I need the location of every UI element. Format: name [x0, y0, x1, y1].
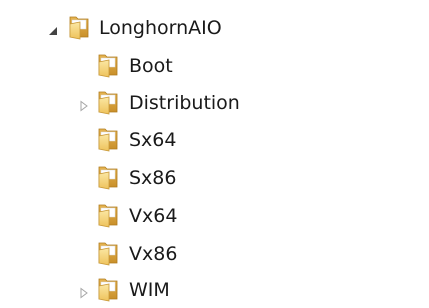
tree-item-label: Boot	[129, 55, 173, 77]
tree-item-label: Vx86	[129, 243, 178, 265]
tree-item-label: WIM	[129, 279, 170, 301]
tree-item-label: Sx64	[129, 129, 177, 151]
folder-icon	[95, 126, 121, 152]
collapsed-arrow-icon[interactable]	[79, 284, 89, 299]
folder-icon	[95, 52, 121, 78]
folder-icon	[95, 89, 121, 115]
folder-icon	[95, 276, 121, 302]
tree-item-label: Distribution	[129, 92, 240, 114]
tree-item-root[interactable]: LonghornAIO	[0, 10, 400, 46]
folder-icon	[95, 240, 121, 266]
tree-item-sx86[interactable]: Sx86	[0, 160, 400, 196]
tree-item-label: LonghornAIO	[99, 17, 222, 39]
tree-item-vx86[interactable]: Vx86	[0, 236, 400, 272]
expanded-arrow-icon[interactable]	[48, 22, 58, 35]
folder-tree: LonghornAIO Boot Distribution Sx64 Sx86	[0, 0, 429, 307]
folder-icon	[66, 14, 92, 40]
collapsed-arrow-icon[interactable]	[79, 97, 89, 112]
folder-icon	[95, 202, 121, 228]
tree-item-sx64[interactable]: Sx64	[0, 122, 400, 158]
tree-item-distribution[interactable]: Distribution	[0, 85, 400, 121]
tree-item-label: Sx86	[129, 167, 177, 189]
tree-item-boot[interactable]: Boot	[0, 48, 400, 84]
tree-item-label: Vx64	[129, 205, 178, 227]
tree-item-wim[interactable]: WIM	[0, 272, 400, 308]
tree-item-vx64[interactable]: Vx64	[0, 198, 400, 234]
folder-icon	[95, 164, 121, 190]
